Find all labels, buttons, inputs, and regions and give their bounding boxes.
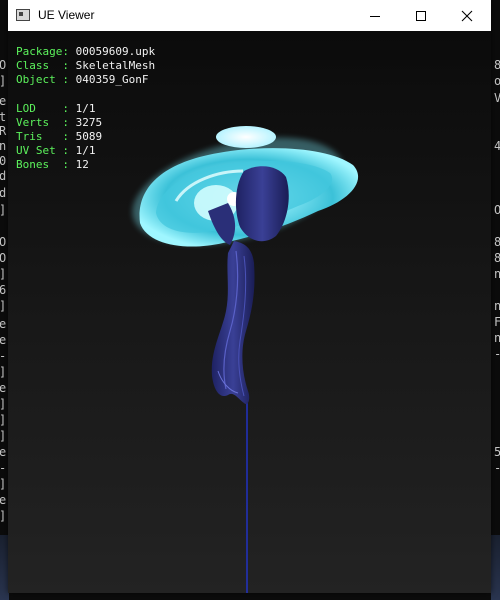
console-char: e [0, 94, 7, 108]
background-console-right: 8 o V 4 O 8 8 n n F n - 5 - [491, 0, 500, 600]
console-char: e [0, 445, 7, 459]
close-button[interactable] [444, 0, 490, 31]
console-char: F [494, 315, 500, 329]
console-char: R [0, 124, 7, 138]
console-char: ] [0, 366, 6, 378]
console-char: ] [0, 510, 6, 522]
console-char: - [0, 350, 6, 362]
console-char: ] [0, 204, 6, 216]
console-char: O [0, 235, 7, 249]
console-char: n [494, 299, 500, 313]
console-char: e [0, 381, 7, 395]
mesh-viewport[interactable]: Package: 00059609.upk Class : SkeletalMe… [8, 31, 491, 593]
console-char: - [494, 462, 500, 474]
maximize-icon [416, 10, 426, 21]
console-char: n [494, 267, 500, 281]
console-char: 8 [494, 251, 500, 265]
console-char: ] [0, 398, 6, 410]
console-char: e [0, 493, 7, 507]
app-icon [16, 9, 30, 21]
console-char: O [0, 58, 7, 72]
console-char: V [494, 91, 500, 105]
console-char: ] [0, 300, 6, 312]
console-char: 0 [0, 154, 7, 168]
console-char: n [0, 139, 7, 153]
console-char: d [0, 186, 7, 200]
console-char: ] [0, 75, 6, 87]
console-char: 8 [494, 58, 500, 72]
window-title: UE Viewer [38, 8, 95, 22]
console-char: n [494, 331, 500, 345]
console-char: ] [0, 414, 6, 426]
minimize-icon [370, 15, 380, 17]
desktop-background [491, 535, 500, 600]
console-char: o [494, 74, 500, 88]
minimize-button[interactable] [352, 0, 398, 31]
console-char: ] [0, 478, 6, 490]
skeletal-mesh-render [132, 126, 359, 593]
console-char: e [0, 333, 7, 347]
console-char: ] [0, 268, 6, 280]
console-char: - [494, 348, 500, 360]
console-char: d [0, 169, 7, 183]
console-char: 5 [494, 445, 500, 459]
console-char: 4 [494, 139, 500, 153]
close-icon [461, 10, 473, 21]
console-char: - [0, 462, 6, 474]
console-char: t [0, 110, 7, 124]
console-char: O [0, 251, 7, 265]
console-char: ] [0, 430, 6, 442]
console-char: 6 [0, 283, 7, 297]
console-char: O [494, 203, 500, 217]
maximize-button[interactable] [398, 0, 444, 31]
console-char: e [0, 317, 7, 331]
title-bar[interactable]: UE Viewer [8, 0, 491, 31]
console-char: 8 [494, 235, 500, 249]
ue-viewer-window: UE Viewer Package: 00059609.upk Class : … [8, 0, 491, 593]
